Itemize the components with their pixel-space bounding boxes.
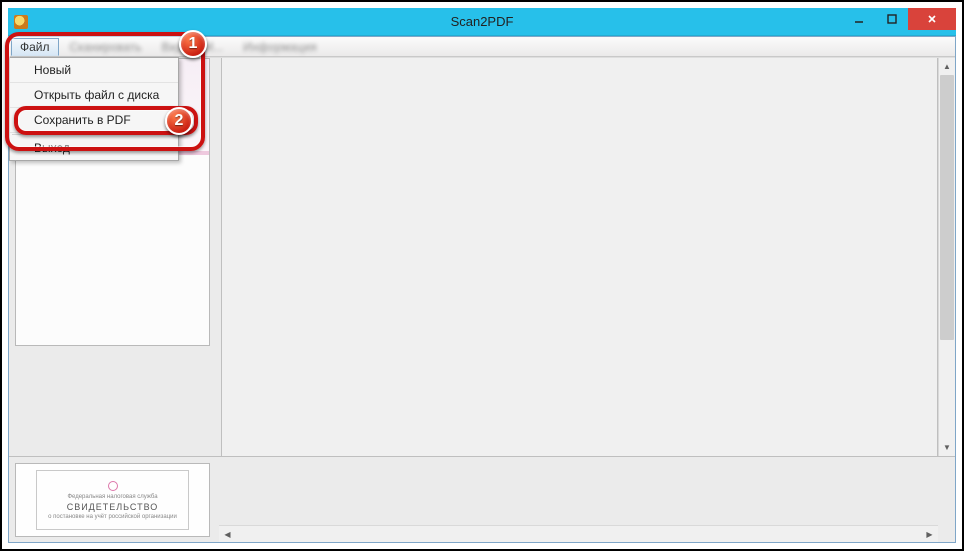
window-chrome: Scan2PDF Файл Сканировать Вид М... Инфор… — [8, 8, 956, 543]
minimize-button[interactable] — [842, 8, 875, 30]
vertical-scrollbar[interactable]: ▲ ▼ — [938, 58, 955, 456]
file-dropdown: Новый Открыть файл с диска Сохранить в P… — [9, 57, 179, 161]
window-title: Scan2PDF — [451, 14, 514, 29]
scroll-down-icon[interactable]: ▼ — [939, 439, 955, 456]
horizontal-scrollbar[interactable]: ◀ ▶ — [219, 525, 938, 542]
menu-info[interactable]: Информация — [234, 38, 325, 56]
screenshot-frame: Scan2PDF Файл Сканировать Вид М... Инфор… — [0, 0, 964, 551]
menubar: Файл Сканировать Вид М... Информация — [9, 37, 955, 57]
page-thumbnail-2[interactable]: Федеральная налоговая служба СВИДЕТЕЛЬСТ… — [15, 463, 210, 537]
maximize-icon — [887, 14, 897, 24]
file-menu-open[interactable]: Открыть файл с диска — [10, 83, 178, 108]
scroll-left-icon[interactable]: ◀ — [219, 530, 236, 539]
scroll-thumb[interactable] — [940, 75, 954, 340]
hscroll-track[interactable] — [236, 526, 921, 542]
scroll-right-icon[interactable]: ▶ — [921, 530, 938, 539]
file-menu-save-pdf[interactable]: Сохранить в PDF — [10, 108, 178, 133]
scroll-track[interactable] — [939, 75, 955, 439]
close-button[interactable] — [908, 8, 956, 30]
app-icon — [14, 15, 28, 29]
menu-file[interactable]: Файл — [11, 38, 59, 56]
certificate-preview: Федеральная налоговая служба СВИДЕТЕЛЬСТ… — [36, 470, 189, 530]
certificate-line2: о постановке на учёт российской организа… — [48, 514, 177, 520]
seal-icon — [108, 481, 118, 491]
titlebar[interactable]: Scan2PDF — [8, 8, 956, 36]
maximize-button[interactable] — [875, 8, 908, 30]
window-controls — [842, 8, 956, 30]
file-menu-new[interactable]: Новый — [10, 58, 178, 83]
annotation-badge-2: 2 — [165, 107, 193, 135]
client-area: Файл Сканировать Вид М... Информация Нов… — [8, 36, 956, 543]
menu-scan[interactable]: Сканировать — [61, 38, 151, 56]
file-menu-exit[interactable]: Выход — [10, 136, 178, 160]
main-preview[interactable] — [221, 58, 938, 456]
menu-separator — [12, 134, 176, 135]
lower-pane: Федеральная налоговая служба СВИДЕТЕЛЬСТ… — [9, 456, 955, 542]
close-icon — [927, 14, 937, 24]
scroll-up-icon[interactable]: ▲ — [939, 58, 955, 75]
certificate-line1: Федеральная налоговая служба — [67, 494, 157, 500]
annotation-badge-1: 1 — [179, 30, 207, 58]
minimize-icon — [854, 14, 864, 24]
certificate-title: СВИДЕТЕЛЬСТВО — [67, 502, 159, 512]
